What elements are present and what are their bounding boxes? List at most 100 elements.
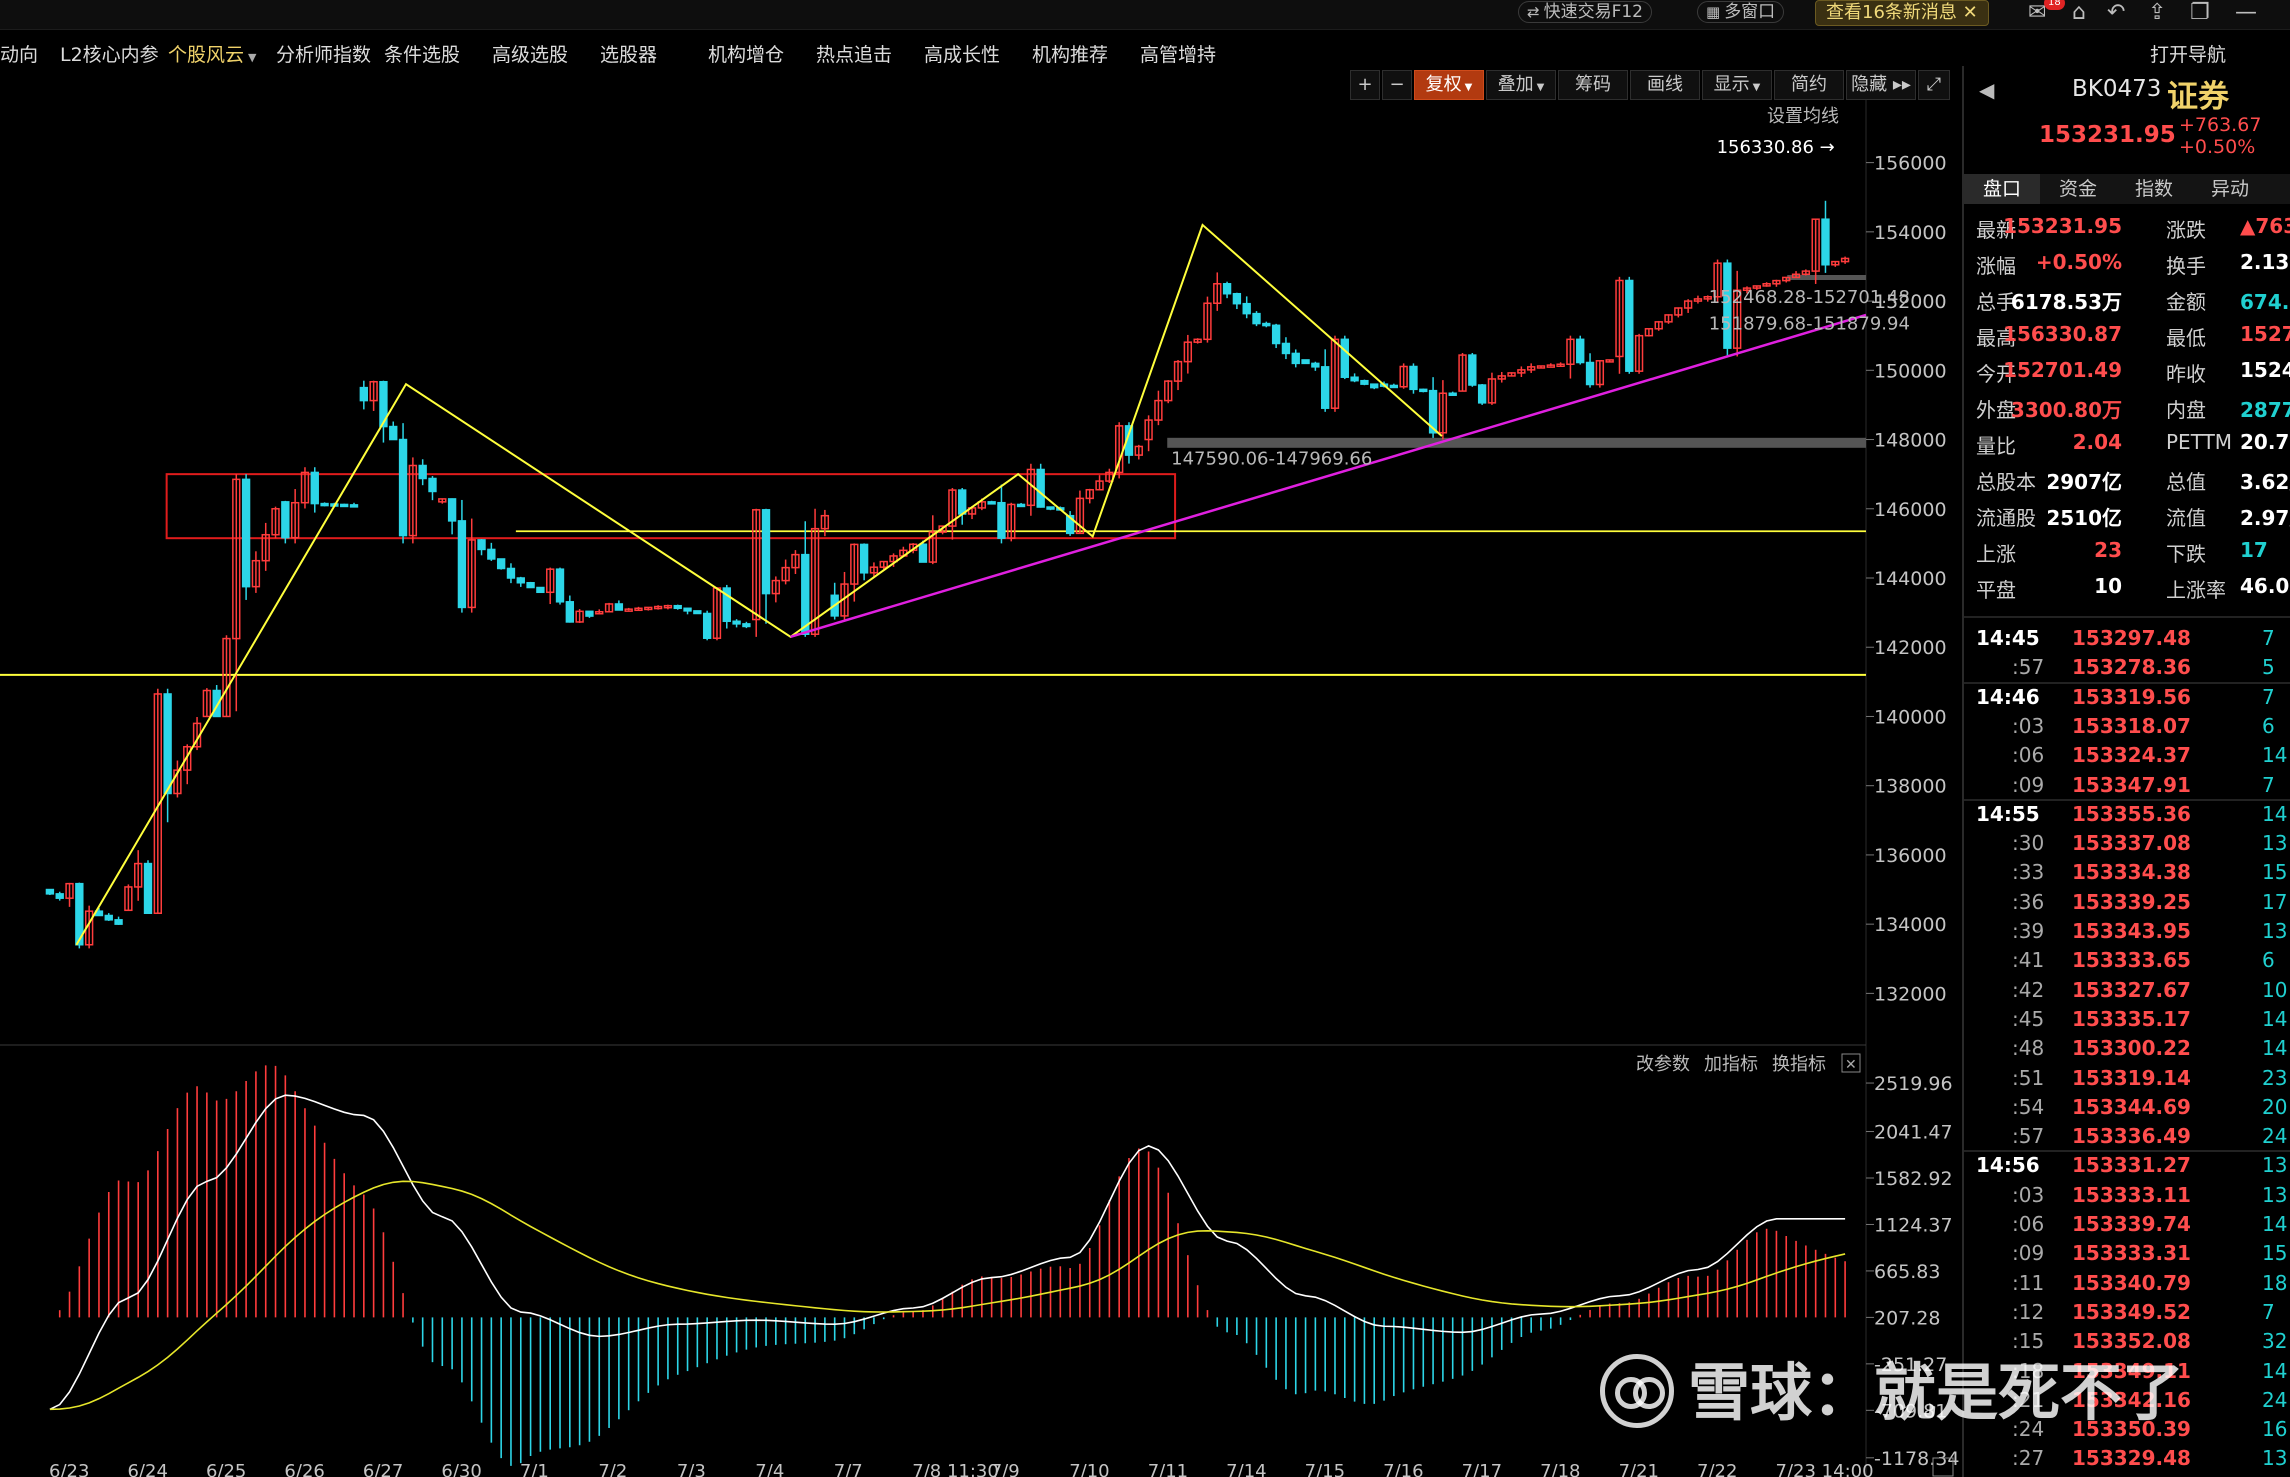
candle-body [997,501,1006,539]
stat-value: 3300.80万 [2010,398,2122,422]
price-tick-label: 154000 [1874,222,1947,244]
date-tick-label: 6/24 [127,1461,167,1477]
tick-row: :30 153337.08 13 [1964,829,2290,858]
menu-item-1[interactable]: L2核心内参 [60,40,159,67]
tick-row: :03 153333.11 13 [1964,1181,2290,1210]
news-notice-button[interactable]: 查看16条新消息 ✕ [1815,0,1989,26]
back-icon[interactable]: ◀ [1979,78,1994,102]
fuquan-dropdown[interactable]: 复权 ▼ [1414,70,1484,100]
stat-value: 152468.28 [2240,358,2290,382]
tab-0[interactable]: 盘口 [1964,174,2040,204]
tick-volume: 14 [2262,1358,2288,1383]
stat-row: 总手6178.53万金额674.5亿 [1964,282,2290,318]
date-tick-label: 7/3 [677,1461,706,1477]
tick-time: :03 [2012,713,2045,738]
share-icon[interactable]: ⇪ [2148,0,2166,26]
zoom-out-button[interactable]: − [1382,70,1412,100]
stat-value: ▲763.67 [2240,214,2290,238]
menu-item-7[interactable]: 机构增仓 [708,40,784,67]
fullscreen-icon[interactable]: ⤢ [1918,70,1950,100]
tab-1[interactable]: 资金 [2040,174,2116,204]
simple-mode-button[interactable]: 简约 [1774,70,1844,100]
tick-price: 153331.27 [2072,1153,2191,1178]
menu-item-3[interactable]: 分析师指数 [276,40,371,67]
stat-value: +0.50% [2035,250,2122,274]
date-tick-label: 7/23 14:00 [1776,1461,1874,1477]
stat-value: 6178.53万 [2010,290,2122,314]
zoom-in-button[interactable]: + [1350,70,1380,100]
top-toolbar: ⇄ 快速交易F12 ▦ 多窗口 查看16条新消息 ✕ ✉ 18 ⌂ ↶ ⇪ ❐ — [0,0,2290,30]
menu-item-label: 动向 [0,44,39,66]
close-icon[interactable]: ✕ [1963,2,1978,23]
menu-item-9[interactable]: 高成长性 [924,40,1000,67]
date-tick-label: 7/21 [1619,1461,1659,1477]
tick-volume: 7 [2262,772,2275,797]
chips-button[interactable]: 筹码 [1558,70,1628,100]
tick-volume: 32 [2262,1329,2288,1354]
candle-body [114,919,123,925]
tick-time: :36 [2012,889,2045,914]
quick-trade-button[interactable]: ⇄ 快速交易F12 [1518,1,1652,23]
date-tick-label: 6/27 [363,1461,403,1477]
switch-indicator-link[interactable]: 换指标 [1772,1054,1826,1075]
tick-price: 153319.56 [2072,684,2191,709]
candle-body [1576,338,1585,364]
stat-label: 上涨率 [2166,578,2226,602]
tick-price: 153334.38 [2072,860,2191,885]
candle-body [761,509,771,595]
multi-window-button[interactable]: ▦ 多窗口 [1697,1,1785,23]
menu-item-2[interactable]: 个股风云 ▼ [168,40,256,67]
tick-row: :39 153343.95 13 [1964,917,2290,946]
add-indicator-link[interactable]: 加指标 [1704,1054,1758,1075]
restore-icon[interactable]: ❐ [2190,0,2210,26]
date-tick-label: 7/4 [755,1461,784,1477]
menu-item-0[interactable]: 动向 [0,40,38,67]
tick-time: :51 [2012,1065,2045,1090]
tab-3[interactable]: 异动 [2192,174,2268,204]
hide-button[interactable]: 隐藏 ▸▸ [1846,70,1916,100]
minimize-icon[interactable]: — [2235,0,2257,26]
draw-line-button[interactable]: 画线 [1630,70,1700,100]
candlestick-series [45,200,1850,949]
tick-time: :33 [2012,860,2045,885]
tick-time: :41 [2012,948,2045,973]
undo-icon[interactable]: ↶ [2107,0,2125,26]
tick-price: 153339.25 [2072,889,2191,914]
menu-item-5[interactable]: 高级选股 [492,40,568,67]
candle-body [693,610,702,615]
function-menu: 动向 L2核心内参 个股风云 ▼ 分析师指数 条件选股 高级选股 选股器 机构增仓 热点追击 高成长… [0,36,1965,66]
candle-body [477,539,486,551]
macd-tick-label: 1124.37 [1874,1214,1953,1236]
candle-body [742,623,751,628]
menu-item-label: 机构增仓 [708,44,785,66]
kline-chart[interactable]: 1560001540001520001500001480001460001440… [0,100,1962,1477]
candle-body [428,477,437,493]
price-change: +763.67 +0.50% [2179,114,2261,158]
candle-body [1419,388,1428,393]
tick-volume: 15 [2262,860,2288,885]
candle-body [555,568,565,603]
menu-item-11[interactable]: 高管增持 [1140,40,1216,67]
stat-value: 20.71 [2240,430,2290,454]
price-tick-label: 134000 [1874,914,1947,936]
set-ma-link[interactable]: 设置均线 [1767,106,1839,127]
menu-item-6[interactable]: 选股器 [600,40,657,67]
home-icon[interactable]: ⌂ [2072,0,2086,26]
edit-params-link[interactable]: 改参数 [1636,1054,1690,1075]
date-tick-label: 6/23 [49,1461,89,1477]
menu-item-4[interactable]: 条件选股 [384,40,460,67]
tab-2[interactable]: 指数 [2116,174,2192,204]
tick-time: :11 [2012,1270,2045,1295]
display-dropdown[interactable]: 显示 ▼ [1702,70,1772,100]
candle-body [1262,322,1271,327]
menu-item-8[interactable]: 热点追击 [816,40,892,67]
menu-item-label: 条件选股 [384,44,461,66]
date-tick-label: 7/7 [834,1461,863,1477]
candle-body [241,478,251,588]
tick-price: 153297.48 [2072,626,2191,650]
overlay-dropdown[interactable]: 叠加 ▼ [1486,70,1556,100]
open-nav-button[interactable]: 打开导航 [2150,40,2226,67]
tick-row: :57 153278.36 5 [1964,653,2290,682]
menu-item-10[interactable]: 机构推荐 [1032,40,1108,67]
tick-volume: 5 [2262,655,2275,680]
